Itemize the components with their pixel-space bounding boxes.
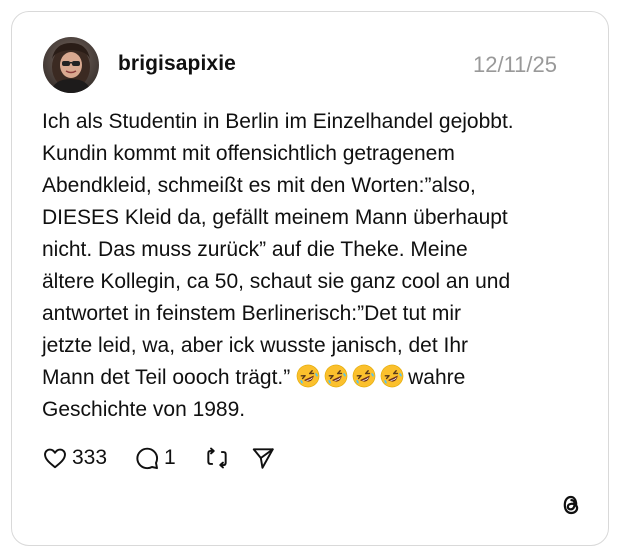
post-text-line: Abendkleid, schmeißt es mit den Worten:”… (42, 174, 476, 197)
post-text-line: jetzte leid, wa, aber ick wusste janisch… (42, 334, 469, 357)
post-text-line: nicht. Das muss zurück” auf die Theke. M… (42, 238, 468, 261)
rolling-laughing-emoji-icon (296, 364, 320, 388)
paper-plane-icon (252, 448, 274, 469)
threads-logo-icon[interactable] (559, 492, 583, 518)
post-text-fragment: wahre (408, 366, 466, 389)
username[interactable]: brigisapixie (118, 52, 236, 76)
reply-button[interactable]: 1 (134, 444, 176, 472)
heart-icon (44, 448, 66, 469)
emoji-group (296, 364, 408, 389)
reply-count: 1 (164, 446, 176, 469)
repost-icon (207, 447, 227, 469)
post-text-line: Kundin kommt mit offensichtlich getragen… (42, 142, 455, 165)
rolling-laughing-emoji-icon (324, 364, 348, 388)
avatar-image (43, 37, 99, 93)
post-text-line: ältere Kollegin, ca 50, schaut sie ganz … (42, 270, 511, 293)
share-button[interactable] (250, 444, 276, 472)
like-count: 333 (72, 446, 108, 469)
post-text-line: antwortet in feinstem Berlinerisch:”Det … (42, 302, 461, 325)
post-text-fragment: Mann det Teil oooch trägt.” (42, 366, 291, 389)
post-text-line: Ich als Studentin in Berlin im Einzelhan… (42, 110, 514, 133)
post-text-line-emoji: Mann det Teil oooch trägt.” wahre (42, 362, 582, 394)
rolling-laughing-emoji-icon (380, 364, 404, 388)
repost-button[interactable] (204, 444, 230, 472)
timestamp: 12/11/25 (472, 52, 557, 77)
like-button[interactable]: 333 (42, 444, 107, 472)
avatar[interactable] (43, 37, 99, 93)
post-text-line: Geschichte von 1989. (42, 398, 246, 421)
post-card: brigisapixie 12/11/25 Ich als Studentin … (11, 11, 609, 546)
post-text-line: DIESES Kleid da, gefällt meinem Mann übe… (42, 206, 508, 229)
post-text: Ich als Studentin in Berlin im Einzelhan… (42, 106, 582, 426)
speech-bubble-icon (136, 447, 159, 470)
rolling-laughing-emoji-icon (352, 364, 376, 388)
